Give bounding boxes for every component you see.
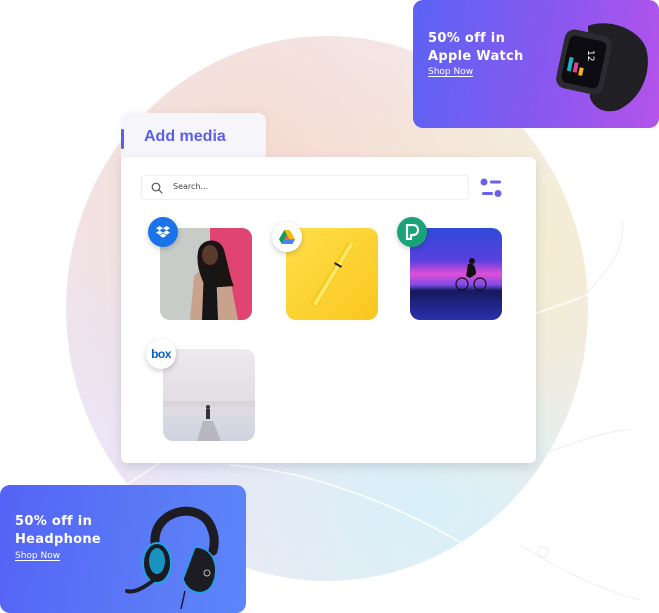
dropbox-badge — [148, 217, 178, 247]
promo-title-line1: 50% off in — [428, 31, 506, 46]
promo-title: 50% off in Apple Watch — [428, 30, 524, 66]
google-drive-icon — [279, 230, 295, 244]
google-drive-badge — [272, 222, 302, 252]
box-icon: box — [151, 347, 171, 361]
promo-title-line2: Apple Watch — [428, 49, 524, 64]
media-tile-cyclist[interactable] — [410, 228, 502, 320]
sliders-icon[interactable] — [479, 176, 505, 200]
tab-title: Add media — [144, 128, 226, 145]
media-picker-panel: Search... box — [121, 157, 536, 463]
promo-card-apple-watch[interactable]: 50% off in Apple Watch Shop Now 12 — [413, 0, 659, 128]
cyclist-photo — [410, 228, 502, 320]
shop-now-link[interactable]: Shop Now — [428, 67, 473, 77]
pexels-badge — [397, 217, 427, 247]
search-placeholder: Search... — [173, 182, 209, 191]
search-input[interactable]: Search... — [141, 175, 469, 200]
dropbox-icon — [156, 226, 170, 238]
box-badge: box — [146, 339, 176, 369]
svg-text:12: 12 — [585, 50, 595, 61]
promo-card-headphone[interactable]: 50% off in Headphone Shop Now — [0, 485, 246, 613]
promo-title: 50% off in Headphone — [15, 513, 101, 549]
search-icon — [151, 182, 163, 194]
pexels-icon — [405, 224, 419, 240]
promo-title-line2: Headphone — [15, 532, 102, 547]
pier-photo — [163, 349, 255, 441]
promo-title-line1: 50% off in — [15, 514, 93, 529]
smartwatch-image: 12 — [556, 23, 648, 112]
shop-now-link[interactable]: Shop Now — [15, 551, 60, 561]
media-tile-pier[interactable] — [163, 349, 255, 441]
headphone-image — [125, 506, 219, 609]
active-tab-indicator — [121, 129, 124, 149]
